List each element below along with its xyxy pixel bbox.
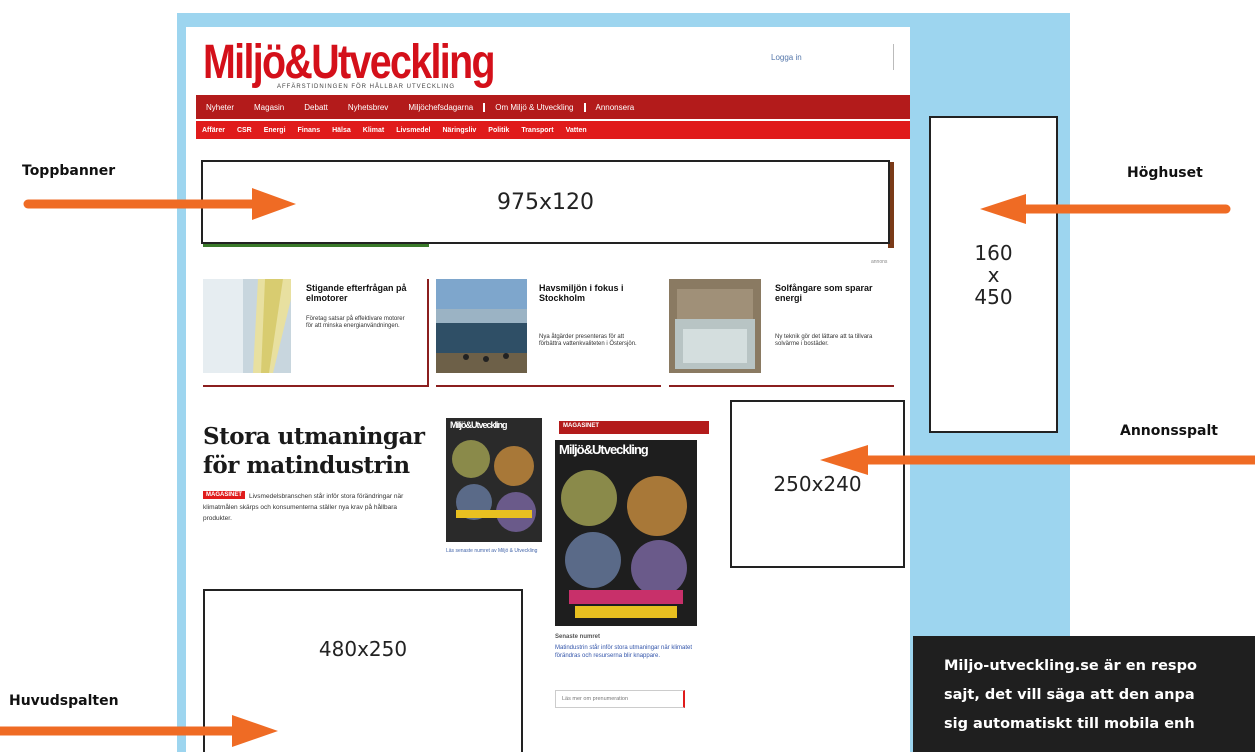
top-banner-ad: 975x120 (201, 160, 890, 244)
cover-banner (456, 510, 532, 518)
story-divider (669, 385, 894, 387)
cover-bowl (561, 470, 617, 526)
info-text: Miljo-utveckling.se är en respo sajt, de… (944, 652, 1255, 739)
story-divider (203, 385, 428, 387)
cover-bowl (565, 532, 621, 588)
story-text: Nya åtgärder presenteras för att förbätt… (539, 334, 637, 347)
story-divider (436, 385, 661, 387)
info-line: Miljo-utveckling.se är en respo (944, 658, 1197, 674)
nav2-item[interactable]: Klimat (357, 127, 390, 134)
nav2-item[interactable]: Livsmedel (390, 127, 436, 134)
sidebar-ad: 250x240 (730, 400, 905, 568)
magazine-subheading: Senaste numret (555, 634, 601, 640)
skyscraper-size-line: x (987, 262, 1000, 287)
nav-item-om[interactable]: Om Miljö & Utveckling (483, 102, 583, 112)
nav2-item[interactable]: Finans (292, 127, 327, 134)
cover-bowl (494, 446, 534, 486)
arrow-right-icon (0, 715, 278, 747)
nav2-item[interactable]: Näringsliv (436, 127, 482, 134)
skyscraper-size-line: 160 (974, 240, 1013, 265)
logo-tagline: AFFÄRSTIDNINGEN FÖR HÅLLBAR UTVECKLING (277, 84, 456, 90)
nav2-item[interactable]: Vatten (560, 127, 593, 134)
header-divider (893, 44, 894, 70)
magazine-cover-small[interactable]: Miljö&Utveckling (446, 418, 542, 542)
feature-tag: MAGASINET (203, 491, 245, 499)
skyscraper-size-line: 450 (974, 284, 1013, 309)
main-column-size: 480x250 (318, 637, 408, 661)
label-annonsspalt: Annonsspalt (1120, 423, 1218, 439)
story-title[interactable]: Havsmiljön i fokus i Stockholm (539, 283, 649, 303)
story-image (436, 279, 527, 373)
story-text: Företag satsar på effektivare motorer fö… (306, 316, 405, 329)
story-text: Ny teknik gör det lättare att ta tillvar… (775, 334, 873, 347)
nav-item-magasin[interactable]: Magasin (244, 103, 294, 112)
feature-title-line: för matindustrin (203, 452, 410, 479)
nav2-item[interactable]: Hälsa (326, 127, 357, 134)
arrow-right-icon (23, 188, 296, 220)
info-line: sajt, det vill säga att den anpa (944, 687, 1195, 703)
magazine-caption[interactable]: Läs senaste numret av Miljö & Utveckling (446, 548, 542, 555)
cover-bowl (452, 440, 490, 478)
story-image (669, 279, 761, 373)
login-link[interactable]: Logga in (771, 53, 802, 62)
nav-item-nyheter[interactable]: Nyheter (196, 103, 244, 112)
nav-item-miljochefsdagarna[interactable]: Miljöchefsdagarna (398, 103, 483, 112)
story-title[interactable]: Solfångare som sparar energi (775, 283, 885, 303)
cover-title: Miljö&Utveckling (450, 420, 508, 430)
secondary-nav: Affärer CSR Energi Finans Hälsa Klimat L… (196, 121, 910, 139)
magazine-header: MAGASINET (559, 421, 709, 434)
nav2-item[interactable]: Politik (482, 127, 515, 134)
top-banner-size: 975x120 (496, 189, 594, 215)
cover-title: Miljö&Utveckling (559, 442, 649, 457)
story-image (203, 279, 291, 373)
nav2-item[interactable]: Affärer (196, 127, 231, 134)
nav-item-nyhetsbrev[interactable]: Nyhetsbrev (338, 103, 398, 112)
skyscraper-ad: 160 x 450 (929, 116, 1058, 433)
cover-banner (575, 606, 677, 618)
label-hoghuset: Höghuset (1127, 165, 1203, 181)
ad-tag: annons (871, 259, 888, 265)
label-huvudspalten: Huvudspalten (9, 693, 119, 709)
arrow-left-icon (820, 445, 1255, 475)
arrow-left-icon (980, 194, 1231, 224)
magazine-description: Senaste numret Matindustrin står inför s… (555, 633, 700, 660)
nav2-item[interactable]: Transport (515, 127, 559, 134)
magazine-body: Matindustrin står inför stora utmaningar… (555, 645, 693, 659)
feature-title[interactable]: Stora utmaningar för matindustrin (203, 422, 425, 480)
banner-image-edge (203, 244, 429, 247)
nav2-item[interactable]: Energi (258, 127, 292, 134)
label-toppbanner: Toppbanner (22, 163, 116, 179)
cover-banner (569, 590, 683, 604)
story-divider (427, 279, 429, 387)
nav-item-debatt[interactable]: Debatt (294, 103, 338, 112)
story-title[interactable]: Stigande efterfrågan på elmotorer (306, 283, 416, 303)
info-line: sig automatiskt till mobila enh (944, 716, 1195, 732)
cover-bowl (627, 476, 687, 536)
magazine-cover-large[interactable]: Miljö&Utveckling (555, 440, 697, 626)
primary-nav: Nyheter Magasin Debatt Nyhetsbrev Miljöc… (196, 95, 910, 119)
subscribe-link[interactable]: Läs mer om prenumeration (555, 690, 685, 708)
nav-item-annonsera[interactable]: Annonsera (583, 102, 645, 112)
feature-title-line: Stora utmaningar (203, 423, 425, 450)
nav2-item[interactable]: CSR (231, 127, 258, 134)
ad-layout-graphic: { "site": { "logo": "Miljö&Utveckling", … (0, 0, 1255, 752)
cover-bowl (631, 540, 687, 596)
